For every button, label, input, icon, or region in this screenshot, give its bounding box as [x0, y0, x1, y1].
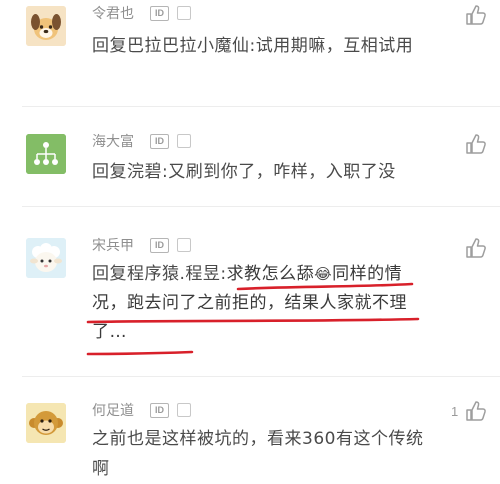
dog-face-icon — [26, 6, 66, 46]
comment-body: 之前也是这样被坑的，看来360有这个传统啊 — [92, 429, 424, 479]
monkey-face-icon — [26, 403, 66, 443]
avatar[interactable] — [26, 403, 66, 443]
like-count: 1 — [451, 404, 459, 419]
id-badge: ID — [150, 134, 169, 149]
like-button[interactable] — [465, 400, 487, 422]
thumbs-up-icon — [466, 238, 486, 258]
reply-prefix[interactable]: 回复巴拉巴拉小魔仙: — [92, 36, 256, 56]
thumbs-up-icon — [466, 134, 486, 154]
id-badge-outline — [177, 6, 191, 20]
like-button[interactable] — [465, 4, 487, 26]
username[interactable]: 宋兵甲 — [92, 235, 134, 255]
reply-prefix[interactable]: 回复程序猿.程昱: — [92, 264, 227, 284]
thumbs-up-icon — [466, 5, 486, 25]
username[interactable]: 令君也 — [92, 3, 134, 23]
red-underline-annotation — [86, 282, 420, 356]
id-badge-outline — [177, 238, 191, 252]
comment-text: 回复巴拉巴拉小魔仙:试用期嘛，互相试用 — [92, 31, 437, 61]
id-badge: ID — [150, 238, 169, 253]
id-badge-outline — [177, 403, 191, 417]
tree-network-icon — [26, 134, 66, 174]
id-badge-outline — [177, 134, 191, 148]
emoji-laughing: 😂 — [314, 265, 333, 283]
comment-body: 求教怎么舔 — [226, 264, 315, 284]
divider — [22, 206, 500, 207]
id-badge: ID — [150, 403, 169, 418]
like-button[interactable] — [465, 133, 487, 155]
reply-prefix[interactable]: 回复浣碧: — [92, 162, 168, 182]
sheep-face-icon — [26, 238, 66, 278]
comment-text: 回复程序猿.程昱:求教怎么舔😂同样的情况，跑去问了之前拒的，结果人家就不理了… — [92, 260, 437, 347]
username[interactable]: 海大富 — [92, 131, 134, 151]
comment-body: 试用期嘛，互相试用 — [255, 36, 414, 56]
avatar[interactable] — [26, 238, 66, 278]
divider — [22, 376, 500, 377]
comment-body: 又刷到你了，咋样，入职了没 — [168, 162, 396, 182]
avatar[interactable] — [26, 134, 66, 174]
thumbs-up-icon — [466, 401, 486, 421]
avatar[interactable] — [26, 6, 66, 46]
comment-text: 回复浣碧:又刷到你了，咋样，入职了没 — [92, 157, 437, 187]
id-badge: ID — [150, 6, 169, 21]
username[interactable]: 何足道 — [92, 400, 134, 420]
like-button[interactable] — [465, 237, 487, 259]
divider — [22, 106, 500, 107]
comment-text: 之前也是这样被坑的，看来360有这个传统啊 — [92, 424, 437, 484]
